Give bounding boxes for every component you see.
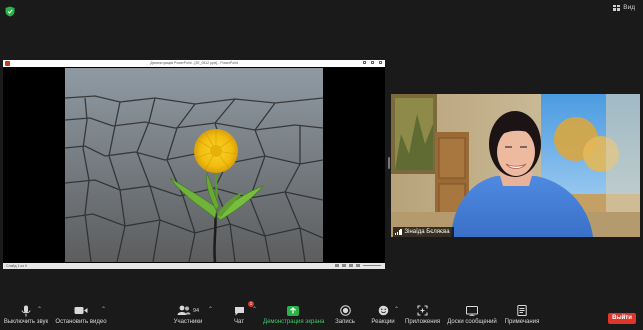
- mute-label: Выключить звук: [3, 319, 49, 325]
- status-bar-controls: [335, 264, 381, 267]
- window-controls: [363, 61, 382, 64]
- apps-label: Приложения: [405, 319, 441, 325]
- participants-options-chevron-icon[interactable]: ⌃: [208, 306, 213, 313]
- participants-icon: [177, 305, 191, 317]
- participant-video[interactable]: [391, 94, 640, 237]
- panel-resize-handle[interactable]: [388, 157, 390, 169]
- apps-button[interactable]: Приложения: [405, 303, 441, 327]
- record-label: Запись: [335, 319, 355, 325]
- view-button[interactable]: Вид: [613, 4, 635, 11]
- reactions-smiley-icon: [369, 303, 397, 318]
- reactions-button[interactable]: Реакции ⌃: [369, 303, 399, 327]
- whiteboard-icon: [447, 303, 497, 318]
- participant-name: Зінаїда Бєляєва: [404, 229, 450, 235]
- participants-count: 94: [192, 307, 200, 314]
- chat-label: Чат: [234, 319, 244, 325]
- video-options-chevron-icon[interactable]: ⌃: [101, 306, 106, 313]
- mute-options-chevron-icon[interactable]: ⌃: [37, 306, 42, 313]
- view-label: Вид: [623, 4, 635, 11]
- notes-button[interactable]: Примечания: [504, 303, 540, 327]
- shared-screen[interactable]: Демонстрация PowerPoint - [2E_0512.pptx]…: [3, 60, 385, 269]
- slide-image: [65, 68, 323, 262]
- meeting-toolbar: Выключить звук ⌃ Остановить видео ⌃ 94 У…: [0, 301, 643, 330]
- video-camera-icon: [55, 303, 107, 318]
- chat-button[interactable]: 1 Чат ⌃: [228, 301, 257, 327]
- apps-icon: [405, 303, 439, 318]
- security-shield-icon[interactable]: [5, 4, 15, 17]
- signal-strength-icon: [395, 229, 402, 235]
- shared-window-title: Демонстрация PowerPoint - [2E_0512.pptx]…: [150, 61, 238, 65]
- mute-button[interactable]: Выключить звук ⌃: [3, 303, 49, 327]
- leave-meeting-button[interactable]: Выйти: [608, 313, 636, 324]
- zoom-meeting-window: Вид Демонстрация PowerPoint - [2E_0512.p…: [0, 0, 643, 330]
- share-screen-icon: [263, 303, 323, 318]
- participants-label: Участники: [173, 319, 203, 325]
- microphone-icon: [3, 303, 49, 318]
- grid-view-icon: [613, 4, 621, 11]
- whiteboards-button[interactable]: Доски сообщений: [447, 303, 497, 327]
- share-screen-button[interactable]: Демонстрация экрана: [263, 303, 325, 327]
- shared-window-titlebar: Демонстрация PowerPoint - [2E_0512.pptx]…: [3, 60, 385, 67]
- whiteboards-label: Доски сообщений: [447, 319, 497, 325]
- record-icon: [332, 303, 358, 318]
- reactions-options-chevron-icon[interactable]: ⌃: [394, 306, 399, 313]
- record-button[interactable]: Запись: [332, 303, 358, 327]
- reactions-label: Реакции: [371, 319, 395, 325]
- stop-video-button[interactable]: Остановить видео ⌃: [55, 303, 107, 327]
- participants-button[interactable]: 94 Участники ⌃: [170, 303, 213, 327]
- notes-label: Примечания: [504, 319, 540, 325]
- share-screen-label: Демонстрация экрана: [263, 319, 325, 325]
- stop-video-label: Остановить видео: [55, 319, 107, 325]
- powerpoint-status-bar: Слайд 1 из 9: [3, 263, 385, 269]
- chat-options-chevron-icon[interactable]: ⌃: [252, 306, 257, 313]
- participant-name-tag: Зінаїда Бєляєва: [393, 227, 454, 237]
- slide-counter: Слайд 1 из 9: [6, 264, 27, 268]
- notes-icon: [504, 303, 540, 318]
- chat-icon: 1: [228, 301, 254, 318]
